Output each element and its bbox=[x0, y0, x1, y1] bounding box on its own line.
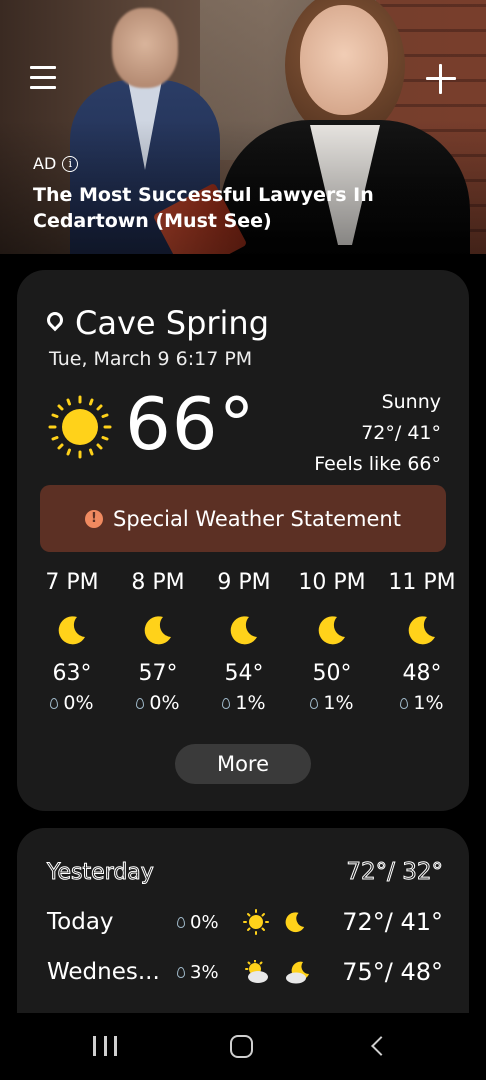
hourly-forecast[interactable]: 7 PM 63° 0% 8 PM 57° 0% 9 PM 54° 1% 10 P… bbox=[17, 570, 469, 730]
menu-icon[interactable] bbox=[30, 66, 56, 92]
ad-label: AD i bbox=[33, 154, 79, 173]
moon-icon bbox=[285, 912, 305, 933]
ad-badge: AD bbox=[33, 154, 57, 173]
hour-time: 7 PM bbox=[45, 570, 99, 595]
recents-icon[interactable] bbox=[93, 1036, 117, 1056]
alert-icon: ! bbox=[85, 509, 104, 528]
hour-item: 10 PM 50° 1% bbox=[287, 570, 377, 714]
hour-temp: 57° bbox=[138, 661, 178, 686]
drop-icon bbox=[310, 697, 319, 709]
alert-label: Special Weather Statement bbox=[113, 506, 401, 531]
hour-precip: 0% bbox=[27, 692, 117, 714]
day-precip: 0% bbox=[177, 912, 219, 933]
hour-temp: 48° bbox=[402, 661, 442, 686]
moon-icon bbox=[144, 616, 171, 645]
hour-temp: 63° bbox=[52, 661, 92, 686]
daily-row-yesterday[interactable]: Yesterday 72°/ 32° bbox=[47, 852, 444, 892]
hour-precip: 0% bbox=[113, 692, 203, 714]
drop-icon bbox=[400, 697, 409, 709]
hour-item: 11 PM 48° 1% bbox=[377, 570, 467, 714]
day-label: Yesterday bbox=[47, 859, 155, 885]
home-icon[interactable] bbox=[230, 1035, 253, 1058]
day-precip: 3% bbox=[177, 962, 219, 983]
location-name: Cave Spring bbox=[75, 304, 270, 342]
day-high-low: 72°/ 41° bbox=[342, 908, 443, 936]
current-temperature: 66° bbox=[125, 382, 256, 466]
hour-item: 8 PM 57° 0% bbox=[113, 570, 203, 714]
sun-icon bbox=[243, 909, 269, 935]
hour-precip: 1% bbox=[287, 692, 377, 714]
ad-title[interactable]: The Most Successful Lawyers In Cedartown… bbox=[33, 182, 463, 234]
current-datetime: Tue, March 9 6:17 PM bbox=[49, 348, 253, 370]
day-high-low: 72°/ 32° bbox=[346, 859, 444, 886]
drop-icon bbox=[177, 966, 185, 978]
system-nav-bar bbox=[0, 1013, 486, 1080]
drop-icon bbox=[222, 697, 231, 709]
weather-alert-button[interactable]: ! Special Weather Statement bbox=[40, 485, 446, 552]
current-weather-card: Cave Spring Tue, March 9 6:17 PM 66° Sun… bbox=[17, 270, 469, 811]
hour-time: 9 PM bbox=[217, 570, 271, 595]
day-label: Wednes... bbox=[47, 959, 160, 985]
daily-row-today[interactable]: Today 0% 72°/ 41° bbox=[47, 902, 443, 942]
condition-summary: Sunny 72°/ 41° Feels like 66° bbox=[314, 387, 441, 480]
day-icons bbox=[243, 960, 313, 984]
condition-text: Sunny bbox=[381, 391, 441, 413]
day-label: Today bbox=[47, 909, 114, 935]
partly-cloudy-icon bbox=[245, 960, 268, 983]
hour-time: 8 PM bbox=[131, 570, 185, 595]
drop-icon bbox=[50, 697, 59, 709]
hour-item: 7 PM 63° 0% bbox=[27, 570, 117, 714]
hour-precip: 1% bbox=[377, 692, 467, 714]
location-header[interactable]: Cave Spring bbox=[47, 304, 269, 342]
moon-icon bbox=[318, 616, 345, 645]
moon-icon bbox=[230, 616, 257, 645]
feels-like: Feels like 66° bbox=[314, 453, 441, 475]
drop-icon bbox=[136, 697, 145, 709]
hour-time: 10 PM bbox=[298, 570, 366, 595]
hour-item: 9 PM 54° 1% bbox=[199, 570, 289, 714]
location-pin-icon bbox=[47, 312, 63, 334]
info-icon[interactable]: i bbox=[62, 155, 79, 172]
day-icons bbox=[243, 909, 307, 935]
drop-icon bbox=[177, 916, 185, 928]
hour-time: 11 PM bbox=[388, 570, 456, 595]
daily-row-wednesday[interactable]: Wednes... 3% 75°/ 48° bbox=[47, 952, 443, 992]
day-high-low: 75°/ 48° bbox=[342, 958, 443, 986]
hour-temp: 54° bbox=[224, 661, 264, 686]
hour-temp: 50° bbox=[312, 661, 352, 686]
partly-cloudy-night-icon bbox=[286, 961, 309, 984]
sun-icon bbox=[48, 395, 112, 459]
back-icon[interactable] bbox=[370, 1035, 386, 1057]
moon-icon bbox=[408, 616, 435, 645]
more-button[interactable]: More bbox=[175, 744, 311, 784]
high-low: 72°/ 41° bbox=[361, 422, 441, 444]
moon-icon bbox=[58, 616, 85, 645]
add-location-icon[interactable] bbox=[426, 64, 456, 94]
hour-precip: 1% bbox=[199, 692, 289, 714]
ad-banner[interactable]: AD i The Most Successful Lawyers In Ceda… bbox=[0, 0, 486, 254]
